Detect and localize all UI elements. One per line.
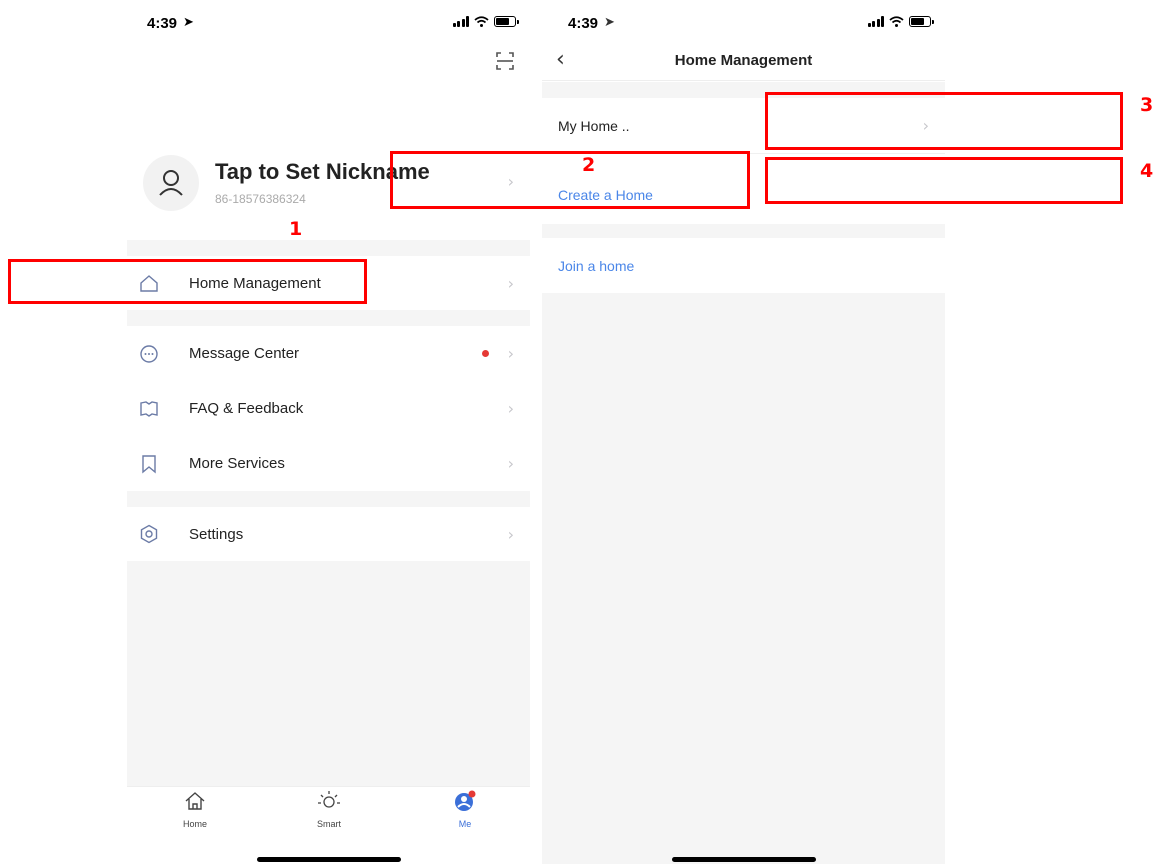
battery-icon xyxy=(494,16,519,27)
signal-icon xyxy=(867,16,884,27)
highlight-box-1 xyxy=(8,259,367,304)
chat-bubble-icon xyxy=(140,344,158,363)
highlight-box-3 xyxy=(765,92,1123,150)
annotation-number-3: 3 xyxy=(1140,94,1154,116)
empty-area xyxy=(127,561,530,786)
home-indicator xyxy=(257,857,401,862)
chevron-right-icon: › xyxy=(507,399,514,418)
status-time: 4:39 xyxy=(568,15,599,32)
tab-smart[interactable]: Smart xyxy=(299,790,359,829)
menu-faq-feedback[interactable]: FAQ & Feedback › xyxy=(127,381,530,436)
join-home-label: Join a home xyxy=(558,257,635,274)
user-icon xyxy=(159,170,183,196)
menu-label: FAQ & Feedback xyxy=(189,400,304,417)
nav-bar: ‹ Home Management xyxy=(542,44,945,81)
avatar xyxy=(143,155,199,211)
join-home-button[interactable]: Join a home xyxy=(542,238,945,293)
wifi-icon xyxy=(474,16,489,27)
signal-icon xyxy=(452,16,469,27)
empty-area xyxy=(542,293,945,864)
status-time: 4:39 xyxy=(147,15,178,32)
location-icon: ➤ xyxy=(183,14,194,29)
section-divider xyxy=(127,310,530,326)
nav-title: Home Management xyxy=(674,52,813,69)
status-bar: 4:39 ➤ xyxy=(542,0,945,48)
status-icons xyxy=(867,16,934,27)
sun-icon xyxy=(318,791,340,808)
menu-label: Message Center xyxy=(189,345,300,362)
gear-icon xyxy=(140,524,158,544)
battery-icon xyxy=(909,16,934,27)
home-tab-icon xyxy=(185,792,205,810)
annotation-number-1: 1 xyxy=(289,218,303,240)
section-divider xyxy=(127,240,530,256)
annotation-number-4: 4 xyxy=(1140,160,1154,182)
tab-label: Home xyxy=(182,819,207,829)
home-indicator xyxy=(672,857,816,862)
chevron-right-icon: › xyxy=(507,454,514,473)
menu-message-center[interactable]: Message Center › xyxy=(127,326,530,381)
bookmark-icon xyxy=(142,454,156,473)
status-bar: 4:39 ➤ xyxy=(127,0,530,48)
home-name: My Home .. xyxy=(558,117,630,134)
highlight-box-4 xyxy=(765,157,1123,204)
tab-home[interactable]: Home xyxy=(165,790,225,829)
menu-label: More Services xyxy=(189,455,285,472)
menu-label: Settings xyxy=(189,525,244,543)
me-screen: 4:39 ➤ Tap to Set Nickname 86-1857638632… xyxy=(127,0,530,864)
chevron-right-icon: › xyxy=(507,524,514,544)
book-icon xyxy=(140,400,158,417)
menu-more-services[interactable]: More Services › xyxy=(127,436,530,491)
unread-dot xyxy=(482,350,489,357)
chevron-right-icon: › xyxy=(507,273,514,293)
chevron-right-icon: › xyxy=(507,344,514,363)
annotation-number-2: 2 xyxy=(582,154,596,176)
tab-label: Smart xyxy=(316,819,341,829)
section-divider xyxy=(127,491,530,507)
status-icons xyxy=(452,16,519,27)
phone-number: 86-18576386324 xyxy=(215,192,306,206)
section-divider xyxy=(542,224,945,238)
menu-settings[interactable]: Settings › xyxy=(127,507,530,561)
me-avatar-icon xyxy=(455,790,476,811)
wifi-icon xyxy=(889,16,904,27)
tab-me[interactable]: Me xyxy=(435,790,495,829)
highlight-box-2 xyxy=(390,151,750,209)
location-icon: ➤ xyxy=(604,14,615,29)
tab-label: Me xyxy=(458,819,472,829)
scan-icon[interactable] xyxy=(496,52,514,70)
